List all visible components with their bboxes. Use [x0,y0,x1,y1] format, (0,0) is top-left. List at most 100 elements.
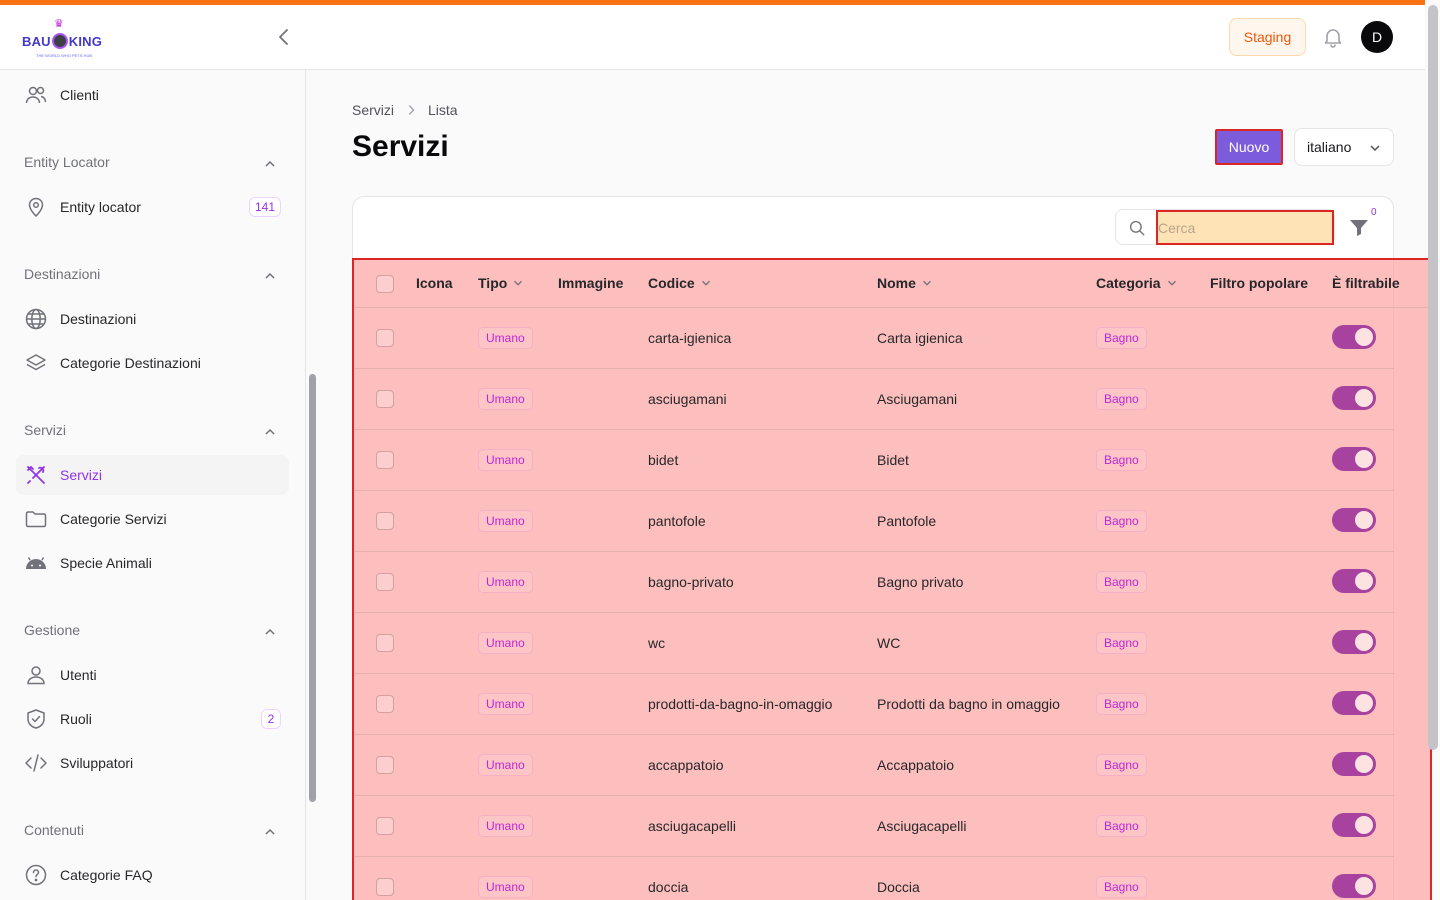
sidebar-item-destinazioni[interactable]: Destinazioni [16,299,289,339]
sidebar-item-ruoli[interactable]: Ruoli 2 [16,699,289,739]
table-row[interactable]: Umano accappatoio Accappatoio Bagno [354,735,1394,796]
tools-icon [27,465,45,484]
language-value: italiano [1307,139,1352,155]
category-badge: Bagno [1096,388,1147,410]
filterable-toggle[interactable] [1332,752,1376,776]
collapse-sidebar-button[interactable] [272,25,296,49]
sidebar-item-clienti[interactable]: Clienti [16,75,289,115]
android-icon [26,557,46,569]
app-header: ♛ BAU KING THE WORLD WHO PETS HUB Staging… [0,5,1425,70]
chevron-up-icon [265,828,275,835]
sidebar-group-entity-locator[interactable]: Entity Locator [24,154,282,174]
filterable-toggle[interactable] [1332,813,1376,837]
filterable-toggle[interactable] [1332,630,1376,654]
services-table: Icona Tipo Immagine Codice Nome Categori… [352,258,1432,900]
sidebar-item-utenti[interactable]: Utenti [16,655,289,695]
row-checkbox[interactable] [376,878,394,896]
name-cell: Pantofole [877,513,937,529]
row-checkbox[interactable] [376,634,394,652]
filterable-toggle[interactable] [1332,447,1376,471]
search-box[interactable] [1115,209,1335,245]
column-header-codice[interactable]: Codice [648,275,713,291]
filterable-toggle[interactable] [1332,508,1376,532]
breadcrumb: Servizi Lista [352,102,458,118]
table-header: Icona Tipo Immagine Codice Nome Categori… [354,260,1430,308]
type-badge: Umano [478,571,533,593]
column-header-icona: Icona [416,275,453,291]
filterable-toggle[interactable] [1332,325,1376,349]
filterable-toggle[interactable] [1332,386,1376,410]
sidebar-item-label: Destinazioni [60,311,137,327]
table-row[interactable]: Umano pantofole Pantofole Bagno [354,491,1394,552]
funnel-icon [1350,220,1368,236]
code-cell: accappatoio [648,757,724,773]
table-row[interactable]: Umano asciugacapelli Asciugacapelli Bagno [354,796,1394,857]
page-scrollbar[interactable] [1428,5,1438,750]
filterable-toggle[interactable] [1332,874,1376,898]
user-avatar[interactable]: D [1361,21,1393,53]
name-cell: Asciugamani [877,391,958,407]
column-header-nome[interactable]: Nome [877,275,934,291]
layers-icon [26,354,46,371]
sidebar-group-title: Entity Locator [24,154,110,170]
sidebar-item-label: Sviluppatori [60,755,134,771]
row-checkbox[interactable] [376,817,394,835]
app-logo[interactable]: ♛ BAU KING THE WORLD WHO PETS HUB [22,17,106,59]
filterable-toggle[interactable] [1332,691,1376,715]
sidebar-group-destinazioni[interactable]: Destinazioni [24,266,282,286]
sidebar-item-label: Specie Animali [60,555,152,571]
sidebar-item-label: Entity locator [60,199,141,215]
category-badge: Bagno [1096,571,1147,593]
breadcrumb-root[interactable]: Servizi [352,102,394,118]
row-checkbox[interactable] [376,512,394,530]
select-all-checkbox[interactable] [376,275,394,293]
page-title: Servizi [352,130,449,163]
filter-button[interactable] [1347,215,1371,239]
table-row[interactable]: Umano asciugamani Asciugamani Bagno [354,369,1394,430]
count-badge: 141 [248,197,281,217]
filterable-toggle[interactable] [1332,569,1376,593]
sidebar-item-sviluppatori[interactable]: Sviluppatori [16,743,289,783]
globe-icon [25,308,47,330]
sidebar-scrollbar[interactable] [309,374,316,802]
sidebar-item-servizi[interactable]: Servizi [16,455,289,495]
sidebar-item-specie-animali[interactable]: Specie Animali [16,543,289,583]
search-input[interactable] [1156,210,1334,245]
sidebar-group-contenuti[interactable]: Contenuti [24,822,282,842]
logo-wordmark: BAU KING [22,33,103,49]
name-cell: Prodotti da bagno in omaggio [877,696,1060,712]
sidebar-item-entity-locator[interactable]: Entity locator 141 [16,187,289,227]
type-badge: Umano [478,815,533,837]
notifications-button[interactable] [1321,25,1345,49]
table-row[interactable]: Umano prodotti-da-bagno-in-omaggio Prodott… [354,674,1394,735]
bell-icon [1324,29,1342,48]
table-row[interactable]: Umano doccia Doccia Bagno [354,857,1394,900]
table-row[interactable]: Umano wc WC Bagno [354,613,1394,674]
name-cell: Carta igienica [877,330,963,346]
sidebar-item-label: Categorie Servizi [60,511,167,527]
new-button[interactable]: Nuovo [1215,129,1283,165]
table-row[interactable]: Umano bagno-privato Bagno privato Bagno [354,552,1394,613]
language-select[interactable]: italiano [1294,128,1394,166]
sidebar-group-servizi[interactable]: Servizi [24,422,282,442]
category-badge: Bagno [1096,754,1147,776]
row-checkbox[interactable] [376,695,394,713]
table-row[interactable]: Umano bidet Bidet Bagno [354,430,1394,491]
breadcrumb-current: Lista [428,102,458,118]
column-header-categoria[interactable]: Categoria [1096,275,1179,291]
row-checkbox[interactable] [376,390,394,408]
row-checkbox[interactable] [376,573,394,591]
search-icon [1129,220,1145,236]
table-row[interactable]: Umano carta-igienica Carta igienica Bagno [354,308,1394,369]
row-checkbox[interactable] [376,329,394,347]
sidebar-group-gestione[interactable]: Gestione [24,622,282,642]
environment-badge[interactable]: Staging [1229,18,1306,56]
sidebar-item-categorie-destinazioni[interactable]: Categorie Destinazioni [16,343,289,383]
row-checkbox[interactable] [376,756,394,774]
column-header-tipo[interactable]: Tipo [478,275,525,291]
row-checkbox[interactable] [376,451,394,469]
category-badge: Bagno [1096,327,1147,349]
sidebar-item-categorie-faq[interactable]: Categorie FAQ [16,855,289,895]
user-icon [27,666,45,685]
sidebar-item-categorie-servizi[interactable]: Categorie Servizi [16,499,289,539]
